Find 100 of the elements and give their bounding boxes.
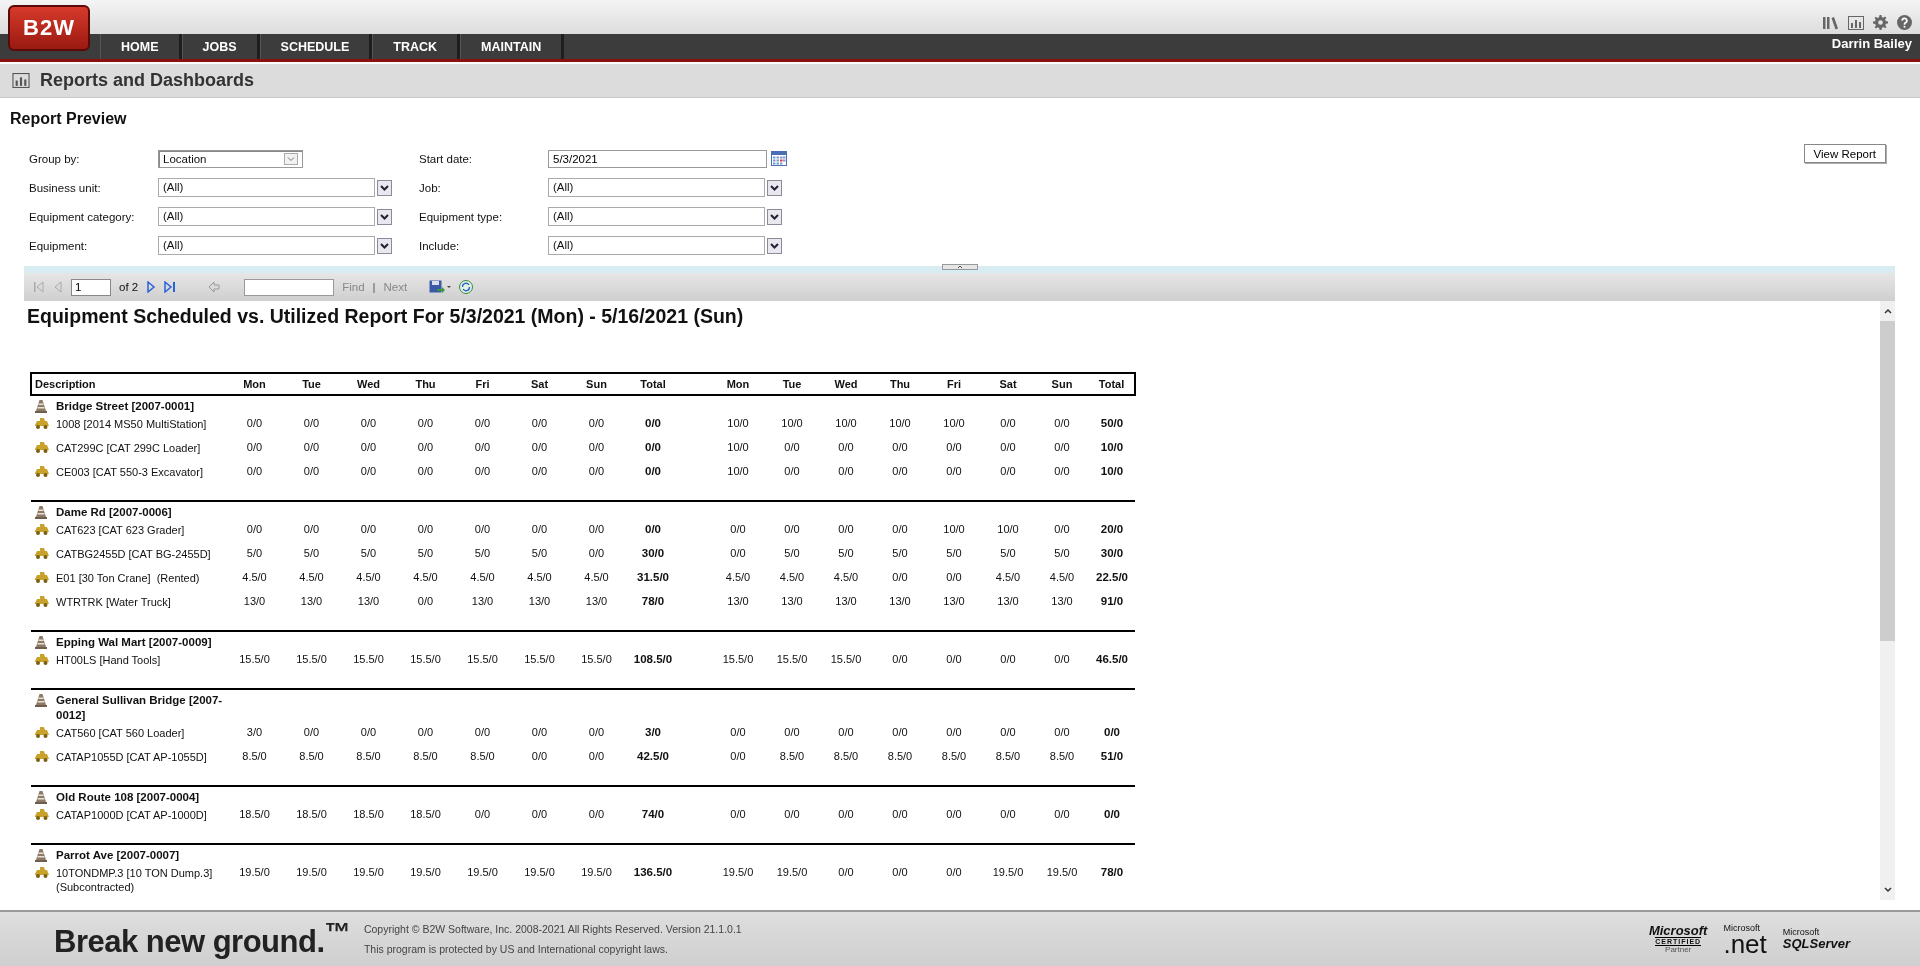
table-cell-text: 0/0 bbox=[587, 416, 606, 431]
table-cell-text: 15.5/0 bbox=[466, 652, 499, 667]
table-cell-text: 4.5/0 bbox=[412, 570, 439, 585]
caret-icon bbox=[377, 208, 392, 225]
nav-tab[interactable]: HOME bbox=[100, 34, 182, 59]
table-cell-text: 0/0 bbox=[644, 440, 662, 455]
view-report-button[interactable]: View Report bbox=[1803, 144, 1886, 163]
last-page-icon[interactable] bbox=[164, 281, 177, 293]
sql-server-logo: Microsoft SQLServer bbox=[1782, 928, 1850, 950]
loader-icon bbox=[34, 866, 50, 878]
table-cell-text: 10/0 bbox=[888, 416, 912, 431]
table-cell-text: 10/0 bbox=[726, 440, 750, 455]
table-cell-text: 19.5/0 bbox=[238, 865, 271, 880]
table-cell-text: 0/0 bbox=[359, 725, 378, 740]
chart-icon[interactable] bbox=[1848, 15, 1864, 30]
logo-badge[interactable]: B2W bbox=[8, 5, 90, 51]
table-cell-text: 0/0 bbox=[837, 522, 855, 537]
table-cell-text: 0/0 bbox=[891, 652, 909, 667]
table-cell-text: 0/0 bbox=[945, 440, 963, 455]
table-cell-text: 19.5/0 bbox=[295, 865, 328, 880]
table-cell-text: 5/0 bbox=[302, 546, 321, 561]
table-cell-text: 46.5/0 bbox=[1095, 652, 1129, 667]
group-by-dropdown[interactable]: Location bbox=[158, 149, 303, 168]
table-cell-text: 0/0 bbox=[473, 807, 492, 822]
scroll-up-icon[interactable] bbox=[1882, 307, 1893, 315]
table-cell-text: 4.5/0 bbox=[583, 570, 610, 585]
table-cell-text: 0/0 bbox=[302, 416, 321, 431]
table-cell-text: 19.5/0 bbox=[409, 865, 442, 880]
nav-tab[interactable]: SCHEDULE bbox=[259, 34, 373, 59]
next-page-icon[interactable] bbox=[146, 281, 157, 293]
settings-icon[interactable] bbox=[1873, 15, 1888, 30]
dotnet-logo: Microsoft .net bbox=[1723, 923, 1767, 955]
nav-tab[interactable]: MAINTAIN bbox=[460, 34, 565, 59]
nav-tab[interactable]: JOBS bbox=[181, 34, 260, 59]
table-cell-text: 4.5/0 bbox=[994, 570, 1022, 585]
copyright-text: Copyright © B2W Software, Inc. 2008-2021 All Rights Reserved. Version 21.1.0.1 bbox=[363, 923, 742, 935]
table-cell-text: 108.5/0 bbox=[632, 652, 674, 667]
column-header: Wed bbox=[340, 373, 397, 395]
column-header: Total bbox=[625, 373, 681, 395]
table-cell-text: 0/0 bbox=[891, 464, 909, 479]
table-cell-text: 0/0 bbox=[837, 464, 855, 479]
loader-icon bbox=[34, 465, 50, 477]
table-cell-text: 18.5/0 bbox=[409, 807, 442, 822]
table-cell-text: 0/0 bbox=[245, 416, 264, 431]
group-heading: Bridge Street [2007-0001] bbox=[56, 399, 195, 414]
loader-icon bbox=[34, 547, 50, 559]
table-cell-text: 0/0 bbox=[416, 522, 435, 537]
caret-icon bbox=[767, 208, 782, 225]
vertical-scrollbar[interactable] bbox=[1880, 301, 1895, 900]
table-cell-text: 5/0 bbox=[945, 546, 963, 561]
table-cell-text: 19.5/0 bbox=[1045, 865, 1079, 880]
help-icon[interactable] bbox=[1897, 15, 1912, 30]
table-cell-text: 0/0 bbox=[473, 725, 492, 740]
table-cell-text: 0/0 bbox=[245, 464, 264, 479]
table-cell-text: 5/0 bbox=[359, 546, 378, 561]
table-cell-text: 0/0 bbox=[416, 464, 435, 479]
date-field[interactable]: 5/3/2021 bbox=[548, 149, 767, 168]
column-header: Thu bbox=[397, 373, 454, 395]
equipment-name: CATAP1000D [CAT AP-1000D] bbox=[56, 808, 207, 822]
table-cell-text: 136.5/0 bbox=[632, 865, 674, 880]
table-cell-text: 0/0 bbox=[473, 464, 492, 479]
table-cell-text: 0/0 bbox=[729, 522, 747, 537]
calendar-icon[interactable] bbox=[771, 151, 787, 166]
table-cell-text: 0/0 bbox=[644, 522, 662, 537]
scroll-down-icon[interactable] bbox=[1882, 886, 1893, 894]
scrollbar-thumb[interactable] bbox=[1880, 321, 1895, 641]
table-cell-text: 13/0 bbox=[242, 594, 267, 609]
link-separator: | bbox=[372, 281, 376, 293]
table-cell-text: 10/0 bbox=[726, 464, 750, 479]
table-cell-text: 8.5/0 bbox=[1048, 749, 1076, 764]
loader-icon bbox=[34, 417, 50, 429]
find-field[interactable] bbox=[244, 278, 335, 296]
cone-icon bbox=[35, 635, 47, 649]
table-cell-text: 0/0 bbox=[1053, 652, 1071, 667]
cone-icon bbox=[35, 848, 47, 862]
column-header: Sat bbox=[981, 373, 1035, 395]
chart-icon bbox=[12, 73, 30, 88]
filter-label: Business unit: bbox=[29, 181, 102, 194]
table-cell-text: 19.5/0 bbox=[721, 865, 755, 880]
equipment-name: CAT560 [CAT 560 Loader] bbox=[56, 726, 185, 740]
cone-icon bbox=[35, 505, 47, 519]
table-cell-text: 0/0 bbox=[587, 807, 606, 822]
section-title: Report Preview bbox=[10, 110, 128, 128]
table-cell-text: 5/0 bbox=[530, 546, 549, 561]
collapse-handle-icon[interactable] bbox=[941, 264, 978, 270]
table-cell-text: 30/0 bbox=[1099, 546, 1125, 561]
nav-tab[interactable]: TRACK bbox=[372, 34, 461, 59]
library-icon[interactable] bbox=[1823, 15, 1839, 30]
table-cell-text: 4.5/0 bbox=[298, 570, 325, 585]
table-cell-text: 0/0 bbox=[1053, 725, 1071, 740]
refresh-icon[interactable] bbox=[459, 280, 474, 294]
save-icon[interactable] bbox=[429, 280, 452, 294]
table-cell-text: 15.5/0 bbox=[409, 652, 442, 667]
table-cell-text: 10/0 bbox=[780, 416, 804, 431]
user-name[interactable]: Darrin Bailey bbox=[1823, 34, 1920, 59]
table-cell-text: 0/0 bbox=[729, 807, 747, 822]
page-number-field[interactable]: 1 bbox=[71, 278, 111, 296]
table-cell-text: 0/0 bbox=[999, 464, 1017, 479]
table-cell-text: 42.5/0 bbox=[636, 749, 670, 764]
group-heading: Epping Wal Mart [2007-0009] bbox=[56, 635, 212, 650]
